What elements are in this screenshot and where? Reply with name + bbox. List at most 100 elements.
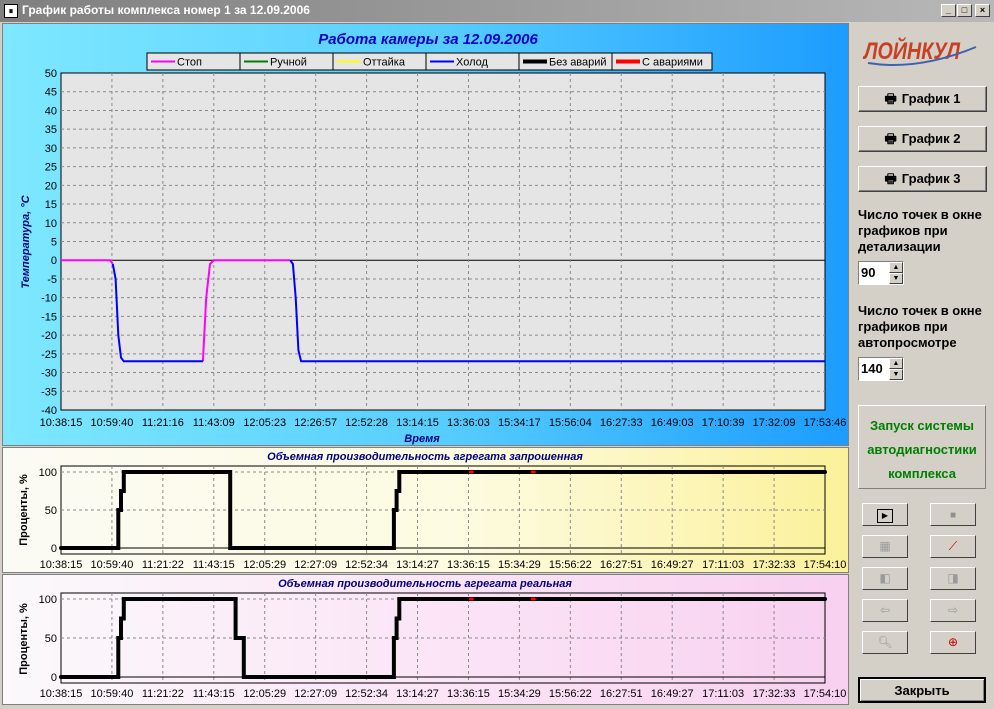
y-tick-label: -20 <box>41 330 57 342</box>
legend-label: Без аварий <box>549 57 607 69</box>
trend-chart-icon: ⟋ <box>948 539 958 553</box>
x-tick-label: 17:10:39 <box>702 417 745 429</box>
app-icon[interactable]: ⏸ <box>4 4 18 18</box>
y-tick-label: 5 <box>51 237 57 249</box>
y-tick-label: 45 <box>45 87 57 99</box>
y-tick-label: 10 <box>45 218 57 230</box>
x-tick-label: 12:52:34 <box>345 688 388 700</box>
y-axis-label: Проценты, % <box>18 474 30 546</box>
x-tick-label: 15:34:29 <box>498 559 541 571</box>
y-tick-label: 25 <box>45 162 57 174</box>
spin-up-icon[interactable]: ▲ <box>889 262 903 273</box>
x-tick-label: 11:21:22 <box>142 688 184 700</box>
printer-icon: 🖶 <box>884 171 897 186</box>
graph-1-button[interactable]: 🖶 График 1 <box>858 86 987 112</box>
x-tick-label: 12:05:23 <box>243 417 286 429</box>
maximize-button[interactable]: □ <box>957 4 972 17</box>
x-tick-label: 12:27:09 <box>294 688 337 700</box>
x-tick-label: 17:11:03 <box>702 559 744 571</box>
play-icon: ▶ <box>877 509 893 523</box>
y-tick-label: -40 <box>41 405 57 417</box>
printer-icon: 🖶 <box>884 131 897 146</box>
y-tick-label: -15 <box>41 311 57 323</box>
x-tick-label: 15:56:22 <box>549 688 592 700</box>
legend-label: С авариями <box>642 57 703 69</box>
points-detail-spinner[interactable]: 90 ▲ ▼ <box>858 261 904 285</box>
x-tick-label: 13:14:15 <box>396 417 439 429</box>
chart-legend: Стоп Ручной Оттайка Холод Без аварий С авария… <box>146 52 713 71</box>
arrow-right-icon: ⇨ <box>947 603 959 617</box>
zoom-out-icon: 🔍︎ <box>877 635 893 649</box>
x-tick-label: 10:59:40 <box>91 417 134 429</box>
temperature-chart[interactable]: Работа камеры за 12.09.2006 Стоп Ручной От… <box>3 24 848 445</box>
scroll-left-button[interactable]: ⇦ <box>862 599 908 622</box>
y-tick-label: -35 <box>41 386 57 398</box>
zoom-in-button[interactable]: ⊕ <box>930 631 976 654</box>
x-tick-label: 15:34:17 <box>498 417 541 429</box>
x-tick-label: 10:38:15 <box>40 559 83 571</box>
x-tick-label: 12:05:29 <box>243 559 286 571</box>
chart-trend-button[interactable]: ⟋ <box>930 535 976 558</box>
x-tick-label: 13:14:27 <box>396 559 439 571</box>
x-tick-label: 12:27:09 <box>294 559 337 571</box>
x-tick-label: 11:43:15 <box>193 688 235 700</box>
x-tick-label: 16:49:03 <box>651 417 694 429</box>
window-title: График работы комплекса номер 1 за 12.09… <box>22 3 310 17</box>
real-capacity-chart[interactable]: Объемная производительность агрегата реа… <box>3 575 848 704</box>
x-tick-label: 16:49:27 <box>651 559 694 571</box>
x-tick-label: 12:52:34 <box>345 559 388 571</box>
x-tick-label: 17:32:09 <box>753 417 796 429</box>
x-tick-label: 17:32:33 <box>753 559 796 571</box>
x-tick-label: 15:56:22 <box>549 559 592 571</box>
x-tick-label: 11:21:22 <box>142 559 184 571</box>
step-forward-icon: ◨ <box>947 571 959 585</box>
requested-capacity-panel: Объемная производительность агрегата зап… <box>2 447 849 573</box>
x-tick-label: 13:36:15 <box>447 559 490 571</box>
legend-label: Холод <box>456 57 489 69</box>
y-tick-label: 35 <box>45 124 57 136</box>
x-tick-label: 10:59:40 <box>91 559 134 571</box>
y-tick-label: -10 <box>41 293 57 305</box>
graph-3-button[interactable]: 🖶 График 3 <box>858 166 987 192</box>
chart-detail-button[interactable]: ▦ <box>862 535 908 558</box>
zoom-out-button[interactable]: 🔍︎ <box>862 631 908 654</box>
y-tick-label: 50 <box>45 68 57 80</box>
play-button[interactable]: ▶ <box>862 503 908 526</box>
legend-label: Оттайка <box>363 57 406 69</box>
x-tick-label: 13:36:03 <box>447 417 490 429</box>
x-tick-label: 17:54:10 <box>804 688 847 700</box>
graph-2-button[interactable]: 🖶 График 2 <box>858 126 987 152</box>
close-button[interactable]: Закрыть <box>858 677 986 703</box>
x-tick-label: 16:27:51 <box>600 688 643 700</box>
spin-down-icon[interactable]: ▼ <box>889 273 903 284</box>
y-tick-label: 15 <box>45 199 57 211</box>
x-tick-label: 11:21:16 <box>142 417 184 429</box>
y-tick-label: 100 <box>39 594 57 606</box>
x-tick-label: 17:32:33 <box>753 688 796 700</box>
step-back-button[interactable]: ◧ <box>862 567 908 590</box>
close-window-button[interactable]: × <box>975 4 990 17</box>
y-tick-label: 0 <box>51 255 57 267</box>
control-sidebar: ЛОЙНКУЛ 🖶 График 1 🖶 График 2 🖶 График 3 Чи… <box>850 23 994 709</box>
scroll-right-button[interactable]: ⇨ <box>930 599 976 622</box>
x-tick-label: 10:59:40 <box>91 688 134 700</box>
title-bar: ⏸ График работы комплекса номер 1 за 12.… <box>0 0 994 22</box>
step-forward-button[interactable]: ◨ <box>930 567 976 590</box>
y-tick-label: -25 <box>41 349 57 361</box>
svg-text:ЛОЙНКУЛ: ЛОЙНКУЛ <box>862 36 960 65</box>
spin-down-icon[interactable]: ▼ <box>889 369 903 380</box>
arrow-left-icon: ⇦ <box>879 603 891 617</box>
y-tick-label: 20 <box>45 180 57 192</box>
requested-capacity-chart[interactable]: Объемная производительность агрегата зап… <box>3 448 848 572</box>
x-tick-label: 12:05:29 <box>243 688 286 700</box>
points-auto-spinner[interactable]: 140 ▲ ▼ <box>858 357 904 381</box>
x-tick-label: 10:38:15 <box>40 417 83 429</box>
autodiagnostics-button[interactable]: Запуск системы автодиагностики комплекса <box>858 405 986 489</box>
x-tick-label: 16:49:27 <box>651 688 694 700</box>
spin-up-icon[interactable]: ▲ <box>889 358 903 369</box>
points-auto-label: Число точек в окне графиков при автопрос… <box>858 303 982 350</box>
chart-title: Работа камеры за 12.09.2006 <box>318 31 538 48</box>
stop-button[interactable]: ■ <box>930 503 976 526</box>
y-axis-label: Проценты, % <box>18 603 30 675</box>
minimize-button[interactable]: _ <box>941 4 956 17</box>
